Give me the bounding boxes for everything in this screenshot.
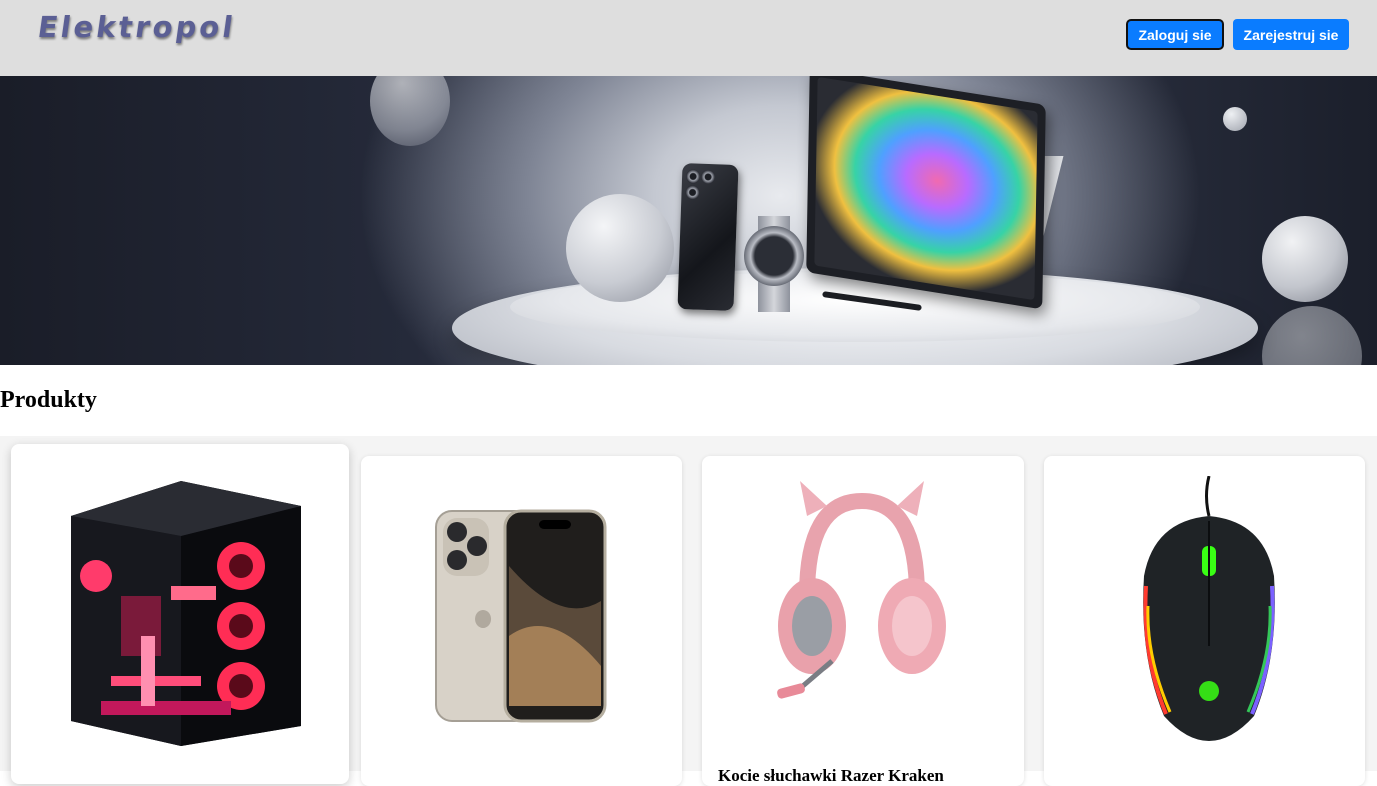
smartphone-image <box>435 509 607 723</box>
mouse-image <box>1143 476 1275 741</box>
sphere-decoration <box>1262 216 1348 302</box>
camera-lens <box>700 169 716 185</box>
planet-decoration <box>1262 306 1362 365</box>
camera-lens <box>685 169 701 184</box>
camera-lens <box>685 185 700 200</box>
product-card[interactable] <box>361 456 682 786</box>
register-button[interactable]: Zarejestruj sie <box>1233 19 1349 50</box>
site-logo[interactable]: Elektropol <box>36 10 238 44</box>
product-title[interactable]: Kocie słuchawki Razer Kraken <box>718 766 944 786</box>
section-title: Produkty <box>0 387 97 413</box>
watch-image <box>744 226 804 286</box>
product-card[interactable] <box>1044 456 1365 786</box>
product-card[interactable]: Kocie słuchawki Razer Kraken <box>702 456 1024 786</box>
hero-banner <box>0 76 1377 365</box>
sphere-decoration <box>566 194 674 302</box>
products-grid: Kocie słuchawki Razer Kraken <box>0 436 1377 786</box>
tablet-image <box>806 76 1046 310</box>
login-button[interactable]: Zaloguj sie <box>1126 19 1224 50</box>
phone-image <box>677 163 739 311</box>
planet-decoration <box>370 76 450 146</box>
site-header: Elektropol Zaloguj sie Zarejestruj sie <box>0 0 1377 76</box>
product-card[interactable] <box>11 444 349 784</box>
headset-image <box>777 481 946 699</box>
tablet-screen <box>814 76 1038 301</box>
pc-case-image <box>71 481 301 746</box>
planet-decoration <box>1223 107 1247 131</box>
